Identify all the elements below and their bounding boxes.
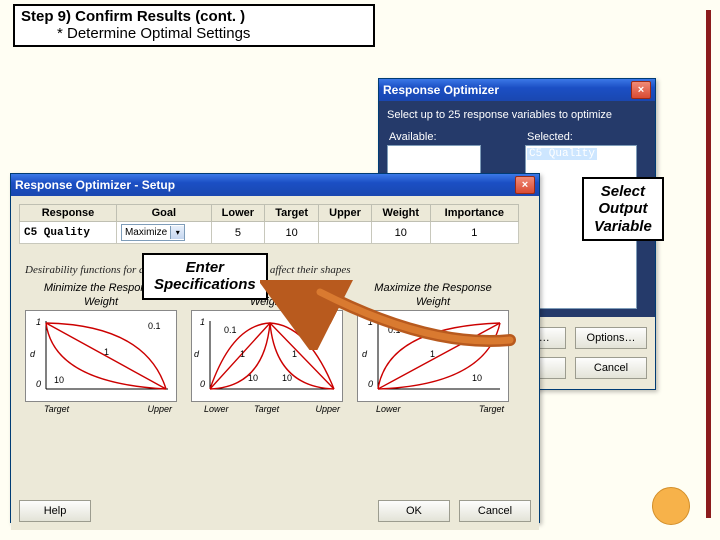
plot: 0.1 1 10 d 1 0 Lower Target [357, 310, 509, 402]
graph-target: Hit a target value Weight 0.1 [191, 282, 343, 402]
cell-lower[interactable]: 5 [211, 222, 265, 244]
close-icon[interactable]: × [515, 176, 535, 194]
step-heading-box: Step 9) Confirm Results (cont. ) * Deter… [13, 4, 375, 47]
svg-text:1: 1 [104, 347, 109, 357]
svg-text:0.1: 0.1 [302, 325, 315, 335]
cancel-button[interactable]: Cancel [575, 357, 647, 379]
svg-text:1: 1 [292, 349, 297, 359]
svg-text:10: 10 [282, 373, 292, 383]
svg-text:1: 1 [430, 349, 435, 359]
step-subtitle: * Determine Optimal Settings [57, 25, 367, 42]
table-row: C5 Quality Maximize▾ 5 10 10 1 [20, 222, 519, 244]
close-icon[interactable]: × [631, 81, 651, 99]
svg-text:0.1: 0.1 [148, 321, 161, 331]
goal-combo[interactable]: Maximize▾ [121, 224, 185, 241]
col-weight: Weight [371, 205, 430, 222]
desirability-label: Desirability functions for different goa… [25, 264, 531, 276]
cancel-button[interactable]: Cancel [459, 500, 531, 522]
cell-weight[interactable]: 10 [371, 222, 430, 244]
svg-text:10: 10 [54, 375, 64, 385]
table-header-row: Response Goal Lower Target Upper Weight … [20, 205, 519, 222]
response-optimizer-setup-dialog: Response Optimizer - Setup × Response Go… [10, 173, 540, 523]
options-button[interactable]: Options… [575, 327, 647, 349]
col-response: Response [20, 205, 117, 222]
decorative-dot [652, 487, 690, 525]
window-title: Response Optimizer - Setup [15, 178, 175, 192]
svg-text:1: 1 [240, 349, 245, 359]
plot: 0.1 0.1 1 1 10 10 d 1 0 Lower Target Upp… [191, 310, 343, 402]
svg-text:0.1: 0.1 [224, 325, 237, 335]
titlebar[interactable]: Response Optimizer × [379, 79, 655, 101]
selected-item[interactable]: C5 Quality [527, 148, 597, 160]
available-label: Available: [389, 131, 481, 143]
svg-text:10: 10 [472, 373, 482, 383]
help-button[interactable]: Help [19, 500, 91, 522]
col-goal: Goal [116, 205, 211, 222]
col-importance: Importance [430, 205, 518, 222]
graph-weight-label: Weight [357, 296, 509, 308]
response-table: Response Goal Lower Target Upper Weight … [19, 204, 519, 244]
cell-goal[interactable]: Maximize▾ [116, 222, 211, 244]
dialog-prompt: Select up to 25 response variables to op… [387, 109, 647, 121]
graph-title: Maximize the Response [357, 282, 509, 294]
graph-minimize: Minimize the Response Weight 0.1 [25, 282, 177, 402]
cell-importance[interactable]: 1 [430, 222, 518, 244]
col-target: Target [265, 205, 319, 222]
cell-upper[interactable] [319, 222, 372, 244]
accent-bar [706, 10, 711, 518]
chevron-down-icon[interactable]: ▾ [170, 226, 184, 239]
cell-response: C5 Quality [20, 222, 117, 244]
col-lower: Lower [211, 205, 265, 222]
window-title: Response Optimizer [383, 83, 499, 97]
callout-select-output-variable: Select Output Variable [582, 177, 664, 241]
titlebar[interactable]: Response Optimizer - Setup × [11, 174, 539, 196]
svg-text:0.1: 0.1 [388, 325, 401, 335]
graph-maximize: Maximize the Response Weight 0.1 [357, 282, 509, 402]
desirability-graphs: Minimize the Response Weight 0.1 [25, 282, 531, 402]
step-title: Step 9) Confirm Results (cont. ) [21, 8, 367, 25]
plot: 0.1 1 10 d 1 0 Target Upper [25, 310, 177, 402]
callout-enter-specifications: Enter Specifications [142, 253, 268, 300]
ok-button[interactable]: OK [378, 500, 450, 522]
cell-target[interactable]: 10 [265, 222, 319, 244]
col-upper: Upper [319, 205, 372, 222]
svg-text:10: 10 [248, 373, 258, 383]
selected-label: Selected: [527, 131, 637, 143]
